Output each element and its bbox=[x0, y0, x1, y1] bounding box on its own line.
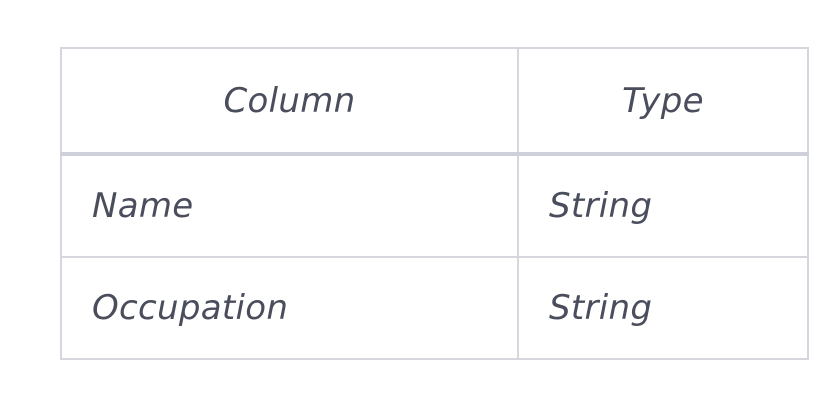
column-name-cell: Name bbox=[60, 153, 519, 258]
table-row: Occupation String bbox=[60, 256, 809, 360]
column-header: Column bbox=[60, 47, 519, 156]
table-header: Column Type bbox=[60, 47, 809, 156]
header-row: Column Type bbox=[60, 47, 809, 156]
column-type-cell: String bbox=[517, 256, 809, 360]
schema-table: Column Type Name String Occupation Strin… bbox=[60, 47, 809, 360]
column-name-cell: Occupation bbox=[60, 256, 519, 360]
schema-table-container: Column Type Name String Occupation Strin… bbox=[60, 47, 809, 360]
table-row: Name String bbox=[60, 153, 809, 258]
column-type-cell: String bbox=[517, 153, 809, 258]
table-body: Name String Occupation String bbox=[60, 153, 809, 360]
type-header: Type bbox=[517, 47, 809, 156]
